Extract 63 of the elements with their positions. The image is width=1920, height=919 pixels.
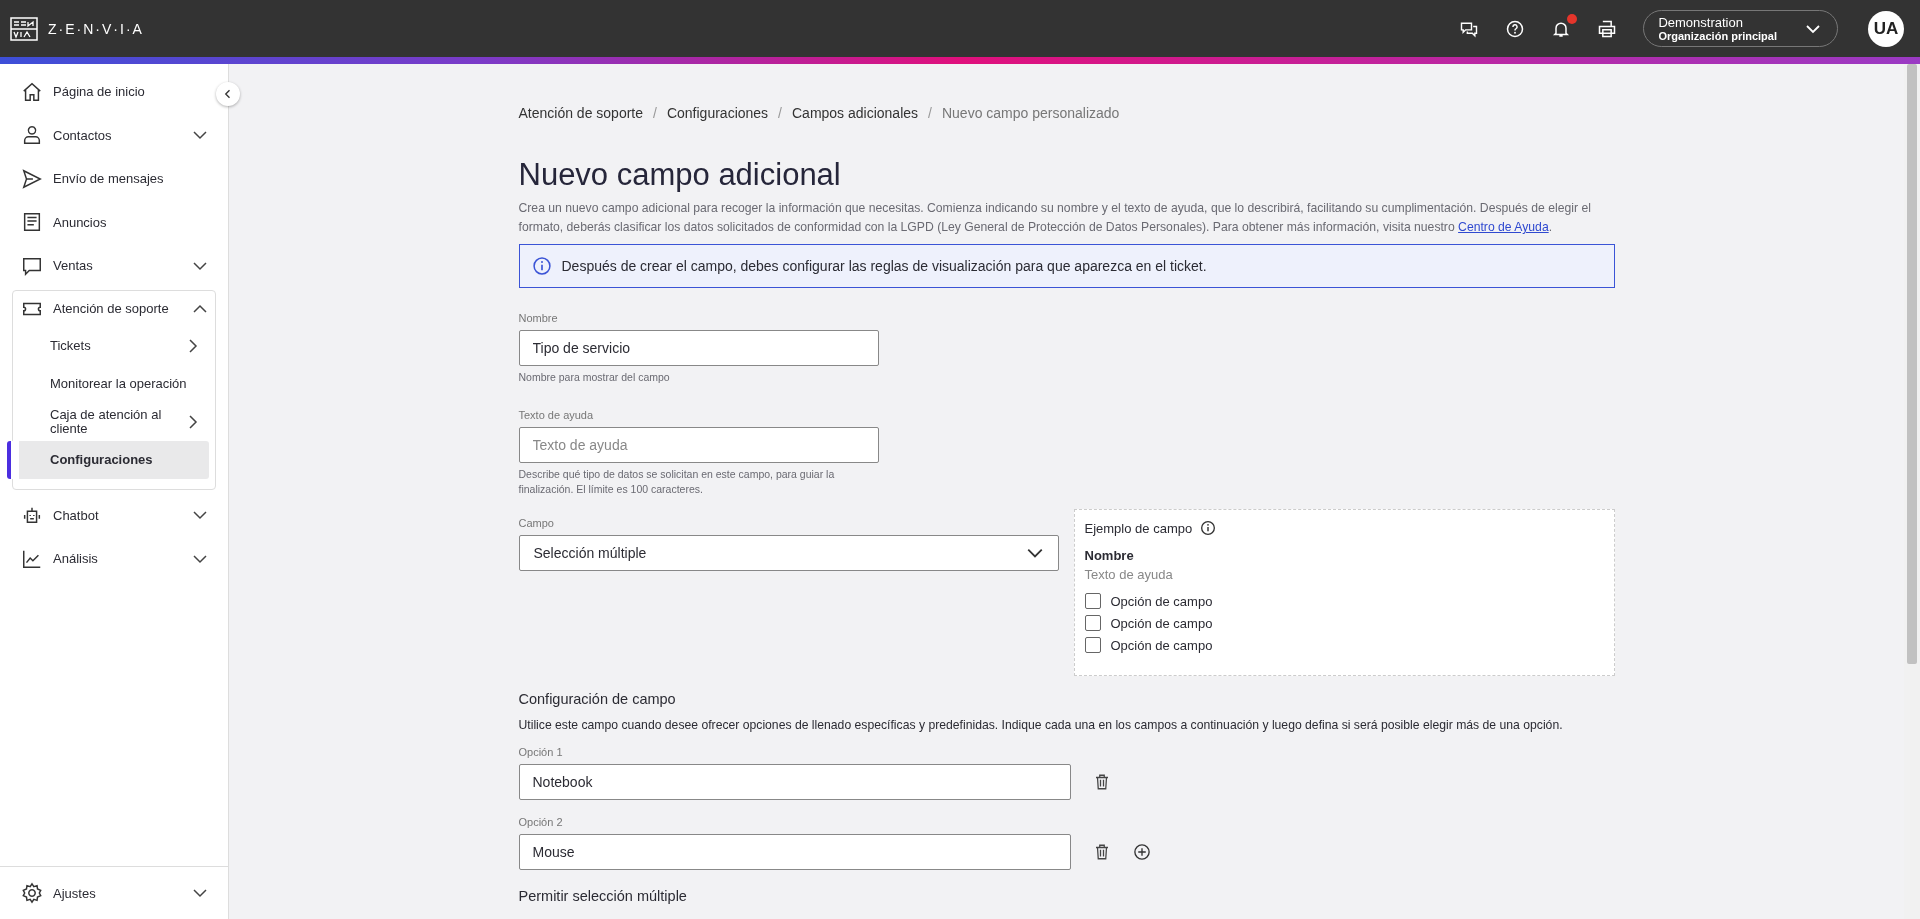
page-title: Nuevo campo adicional — [518, 157, 842, 193]
breadcrumb-separator: / — [928, 105, 932, 121]
user-avatar[interactable]: UA — [1868, 10, 1904, 47]
checkbox-label: Opción de campo — [1110, 637, 1213, 653]
printer-icon[interactable] — [1597, 18, 1618, 39]
help-center-link[interactable]: Centro de Ayuda — [1458, 220, 1549, 234]
helper-text: Describe qué tipo de datos se solicitan en este campo, para guiar la finalización. El límite es 100 caracteres. — [518, 467, 836, 497]
field-label: Texto de ayuda — [518, 409, 595, 421]
submenu-item[interactable]: Monitorear la operación — [7, 364, 209, 403]
banner-text: Después de crear el campo, debes configurar las reglas de visualización para que aparezca en el ticket. — [561, 258, 1207, 274]
breadcrumb-link[interactable]: Atención de soporte — [518, 105, 644, 121]
submenu-item[interactable]: Tickets — [7, 326, 209, 365]
section-title: Permitir selección múltiple — [518, 888, 688, 904]
section-title: Configuración de campo — [518, 691, 677, 707]
checkbox-label: Opción de campo — [1110, 593, 1213, 609]
page-description: Crea un nuevo campo adicional para recoger la información que necesitas. Comienza indicando su nombre y el texto de ayuda, que lo describirá, facilitando su cumplimentación. Después de elegir el formato, deberás clasificar los datos solicitados de conformidad con la LGPD (Ley General de Protección de Datos Personales). Para obtener más información, visita nuestro Centro de Ayuda. — [518, 200, 1592, 236]
person-icon — [21, 124, 43, 147]
submenu-item[interactable]: Caja de atención al cliente — [7, 402, 209, 441]
checkbox-label: Opción de campo — [1110, 615, 1213, 631]
sidebar-item[interactable]: Ventas — [0, 244, 214, 288]
checkbox[interactable] — [1084, 593, 1101, 609]
sidebar-item[interactable]: Análisis — [0, 537, 214, 581]
scrollbar[interactable] — [1904, 64, 1920, 919]
section-description: Utilice este campo cuando desee ofrecer opciones de llenado específicas y predefinidas. Indique cada una en los campos a continuación y luego defina si será posible elegir más de una opción. — [518, 718, 1564, 732]
field-type-dropdown[interactable]: Selección múltiple — [518, 535, 1059, 571]
settings-icon — [21, 882, 43, 904]
logo-icon — [10, 16, 38, 41]
preview-field-name: Nombre — [1084, 548, 1135, 563]
breadcrumb-separator: / — [778, 105, 782, 121]
sidebar-item[interactable]: Atención de soporte — [13, 290, 215, 327]
field-label: Nombre — [518, 312, 559, 324]
field-label: Campo — [518, 517, 555, 529]
logo-text: Z·E·N·V·I·A — [48, 20, 144, 37]
info-icon — [531, 256, 552, 276]
field-label: Opción 2 — [518, 816, 564, 828]
breadcrumb-separator: / — [653, 105, 657, 121]
document-icon — [21, 211, 43, 234]
home-icon — [21, 80, 43, 103]
option-input[interactable]: Notebook — [518, 764, 1071, 800]
sidebar-item[interactable]: Contactos — [0, 113, 214, 157]
text-input[interactable]: Texto de ayuda — [518, 427, 879, 463]
collapse-button[interactable] — [216, 82, 240, 106]
info-icon — [1200, 520, 1217, 536]
breadcrumb-link[interactable]: Nuevo campo personalizado — [941, 105, 1120, 121]
checkbox[interactable] — [1084, 637, 1101, 653]
option-input[interactable]: Mouse — [518, 834, 1071, 870]
add-icon[interactable] — [1132, 843, 1151, 861]
helper-text: Nombre para mostrar del campo — [518, 370, 671, 385]
text-input[interactable]: Tipo de servicio — [518, 330, 879, 366]
send-icon — [21, 167, 43, 190]
preview-help-text: Texto de ayuda — [1084, 567, 1174, 582]
preview-title: Ejemplo de campo — [1084, 520, 1193, 536]
breadcrumb-link[interactable]: Configuraciones — [666, 105, 769, 121]
submenu-item[interactable]: Configuraciones — [7, 440, 209, 479]
sidebar-item[interactable]: Página de inicio — [0, 70, 214, 114]
settings-item[interactable]: Ajustes — [0, 866, 228, 919]
help-icon[interactable] — [1505, 18, 1526, 39]
breadcrumb-link[interactable]: Campos adicionales — [792, 105, 919, 121]
sidebar-item[interactable]: Anuncios — [0, 200, 214, 244]
checkbox[interactable] — [1084, 615, 1101, 631]
field-label: Opción 1 — [518, 746, 564, 758]
sidebar-item[interactable]: Envío de mensajes — [0, 157, 214, 201]
sidebar-item[interactable]: Chatbot — [0, 493, 214, 537]
